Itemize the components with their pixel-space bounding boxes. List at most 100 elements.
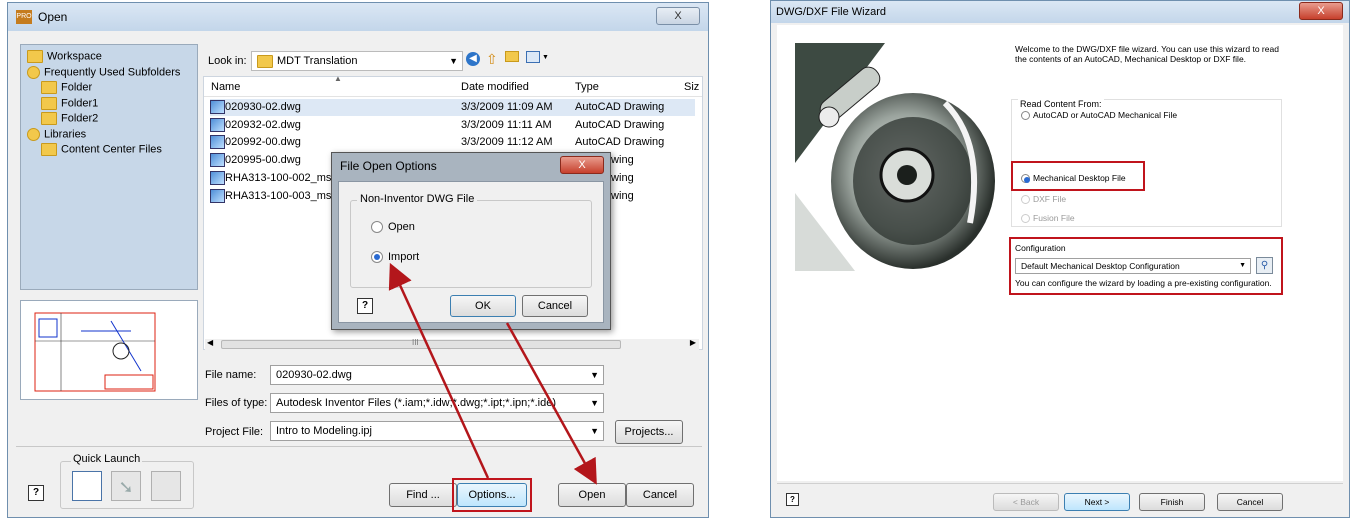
option-dxf-label: DXF File bbox=[1033, 194, 1067, 204]
new-file-icon[interactable] bbox=[72, 471, 102, 501]
view-menu-icon[interactable] bbox=[526, 51, 540, 63]
configuration-label: Configuration bbox=[1015, 243, 1066, 253]
option-autocad[interactable]: AutoCAD or AutoCAD Mechanical File bbox=[1021, 110, 1178, 121]
configuration-value: Default Mechanical Desktop Configuration bbox=[1021, 261, 1180, 271]
folder-icon bbox=[41, 96, 57, 110]
radio-open[interactable] bbox=[371, 221, 383, 234]
file-name: 020932-02.dwg bbox=[225, 118, 301, 131]
radio-dxf[interactable] bbox=[1021, 195, 1030, 205]
dwg-file-icon bbox=[210, 153, 225, 168]
files-of-type-select[interactable]: Autodesk Inventor Files (*.iam;*.idw;*.d… bbox=[270, 393, 604, 413]
column-date[interactable]: Date modified bbox=[461, 81, 529, 93]
subfolders-icon bbox=[27, 65, 40, 79]
folder-icon bbox=[41, 143, 57, 156]
quick-launch-group: Quick Launch ➘ bbox=[60, 453, 194, 509]
project-file-value: Intro to Modeling.ipj bbox=[276, 425, 372, 437]
back-button[interactable]: < Back bbox=[993, 493, 1059, 511]
chevron-down-icon[interactable]: ▼ bbox=[590, 422, 599, 440]
sort-arrow-icon: ▲ bbox=[334, 74, 342, 83]
wizard-separator bbox=[777, 483, 1343, 484]
projects-icon[interactable] bbox=[151, 471, 181, 501]
up-folder-icon[interactable]: ⇧ bbox=[486, 51, 498, 68]
scroll-grip: III bbox=[412, 338, 419, 347]
cancel-button[interactable]: Cancel bbox=[626, 483, 694, 507]
wizard-cancel-button[interactable]: Cancel bbox=[1217, 493, 1283, 511]
location-item-label: Folder2 bbox=[61, 112, 99, 125]
radio-import[interactable] bbox=[371, 251, 383, 264]
wizard-titlebar: DWG/DXF File Wizard X bbox=[771, 1, 1349, 23]
chevron-down-icon[interactable]: ▼ bbox=[590, 366, 599, 384]
import-radio[interactable]: Import bbox=[371, 251, 419, 264]
column-type[interactable]: Type bbox=[575, 81, 599, 93]
file-list-header: Name ▲ Date modified Type Siz bbox=[204, 74, 702, 97]
location-item[interactable]: Folder1 bbox=[41, 96, 98, 110]
option-fusion[interactable]: Fusion File bbox=[1021, 213, 1075, 224]
files-of-type-label: Files of type: bbox=[205, 397, 268, 409]
load-configuration-icon[interactable]: ⚲ bbox=[1256, 257, 1273, 274]
file-name-value: 020930-02.dwg bbox=[276, 369, 352, 381]
non-inventor-group: Non-Inventor DWG File Open Import bbox=[350, 193, 592, 288]
chevron-down-icon[interactable]: ▼ bbox=[590, 394, 599, 412]
options-highlight-box bbox=[452, 478, 532, 512]
location-item[interactable]: Workspace bbox=[27, 50, 102, 63]
open-radio-label: Open bbox=[388, 221, 415, 233]
file-row[interactable]: 020992-00.dwg 3/3/2009 11:12 AM AutoCAD Dr… bbox=[210, 134, 695, 151]
chevron-down-icon: ▼ bbox=[449, 56, 458, 66]
scroll-right-icon[interactable]: ▶ bbox=[690, 338, 696, 347]
mechanical-assembly-illustration bbox=[795, 43, 1000, 271]
open-radio[interactable]: Open bbox=[371, 221, 415, 234]
close-button[interactable]: X bbox=[656, 7, 700, 25]
scroll-left-icon[interactable]: ◀ bbox=[207, 338, 213, 347]
radio-autocad[interactable] bbox=[1021, 111, 1030, 121]
project-file-select[interactable]: Intro to Modeling.ipj ▼ bbox=[270, 421, 604, 441]
location-item[interactable]: Folder2 bbox=[41, 112, 98, 125]
options-cancel-button[interactable]: Cancel bbox=[522, 295, 588, 317]
file-row[interactable]: 020932-02.dwg 3/3/2009 11:11 AM AutoCAD Dr… bbox=[210, 117, 695, 134]
projects-button[interactable]: Projects... bbox=[615, 420, 683, 444]
wizard-help-icon[interactable]: ? bbox=[786, 493, 799, 506]
finish-button[interactable]: Finish bbox=[1139, 493, 1205, 511]
recent-projects-icon[interactable]: ➘ bbox=[111, 471, 141, 501]
open-button[interactable]: Open bbox=[558, 483, 626, 507]
file-type: AutoCAD Drawing bbox=[575, 136, 665, 149]
next-button[interactable]: Next > bbox=[1064, 493, 1130, 511]
location-item[interactable]: Folder bbox=[41, 81, 92, 94]
configuration-select[interactable]: Default Mechanical Desktop Configuration… bbox=[1015, 258, 1251, 274]
help-icon[interactable]: ? bbox=[28, 485, 44, 501]
option-autocad-label: AutoCAD or AutoCAD Mechanical File bbox=[1033, 110, 1178, 120]
radio-fusion[interactable] bbox=[1021, 214, 1030, 224]
scroll-thumb[interactable]: III bbox=[221, 338, 621, 349]
drawing-preview-thumbnail bbox=[34, 312, 156, 392]
look-in-select[interactable]: MDT Translation ▼ bbox=[251, 51, 463, 71]
back-icon[interactable]: ◀ bbox=[466, 52, 480, 66]
column-size[interactable]: Siz bbox=[684, 81, 699, 93]
dwg-dxf-wizard-dialog: DWG/DXF File Wizard X Welcome to the DWG… bbox=[770, 0, 1350, 518]
column-name[interactable]: Name bbox=[211, 81, 240, 93]
file-name: 020930-02.dwg bbox=[225, 101, 301, 113]
wizard-close-button[interactable]: X bbox=[1299, 2, 1343, 20]
wizard-render-image bbox=[795, 43, 1000, 271]
dwg-file-icon bbox=[210, 117, 225, 132]
files-of-type-value: Autodesk Inventor Files (*.iam;*.idw;*.d… bbox=[276, 397, 557, 409]
location-item[interactable]: Libraries bbox=[27, 127, 86, 141]
folder-icon bbox=[27, 50, 43, 63]
option-dxf[interactable]: DXF File bbox=[1021, 194, 1067, 205]
open-dialog-titlebar: PRO Open X bbox=[8, 3, 708, 31]
ok-button[interactable]: OK bbox=[450, 295, 516, 317]
new-folder-icon[interactable] bbox=[505, 51, 519, 62]
file-date: 3/3/2009 11:12 AM bbox=[461, 136, 553, 149]
chevron-down-icon[interactable]: ▼ bbox=[1239, 259, 1246, 273]
file-type: AutoCAD Drawing bbox=[575, 118, 665, 131]
options-dialog-title: File Open Options bbox=[340, 159, 437, 173]
view-dropdown-icon[interactable]: ▼ bbox=[542, 54, 549, 61]
location-item[interactable]: Frequently Used Subfolders bbox=[27, 65, 180, 79]
options-close-button[interactable]: X bbox=[560, 156, 604, 174]
horizontal-scrollbar[interactable]: ◀ III ▶ bbox=[205, 338, 699, 350]
find-button[interactable]: Find ... bbox=[389, 483, 457, 507]
options-help-icon[interactable]: ? bbox=[357, 298, 373, 314]
location-item-label: Content Center Files bbox=[61, 143, 162, 156]
file-row[interactable]: 020930-02.dwg 3/3/2009 11:09 AM AutoCAD Dr… bbox=[210, 99, 695, 116]
folder-icon bbox=[41, 112, 57, 125]
file-name-input[interactable]: 020930-02.dwg ▼ bbox=[270, 365, 604, 385]
location-item[interactable]: Content Center Files bbox=[41, 143, 162, 156]
